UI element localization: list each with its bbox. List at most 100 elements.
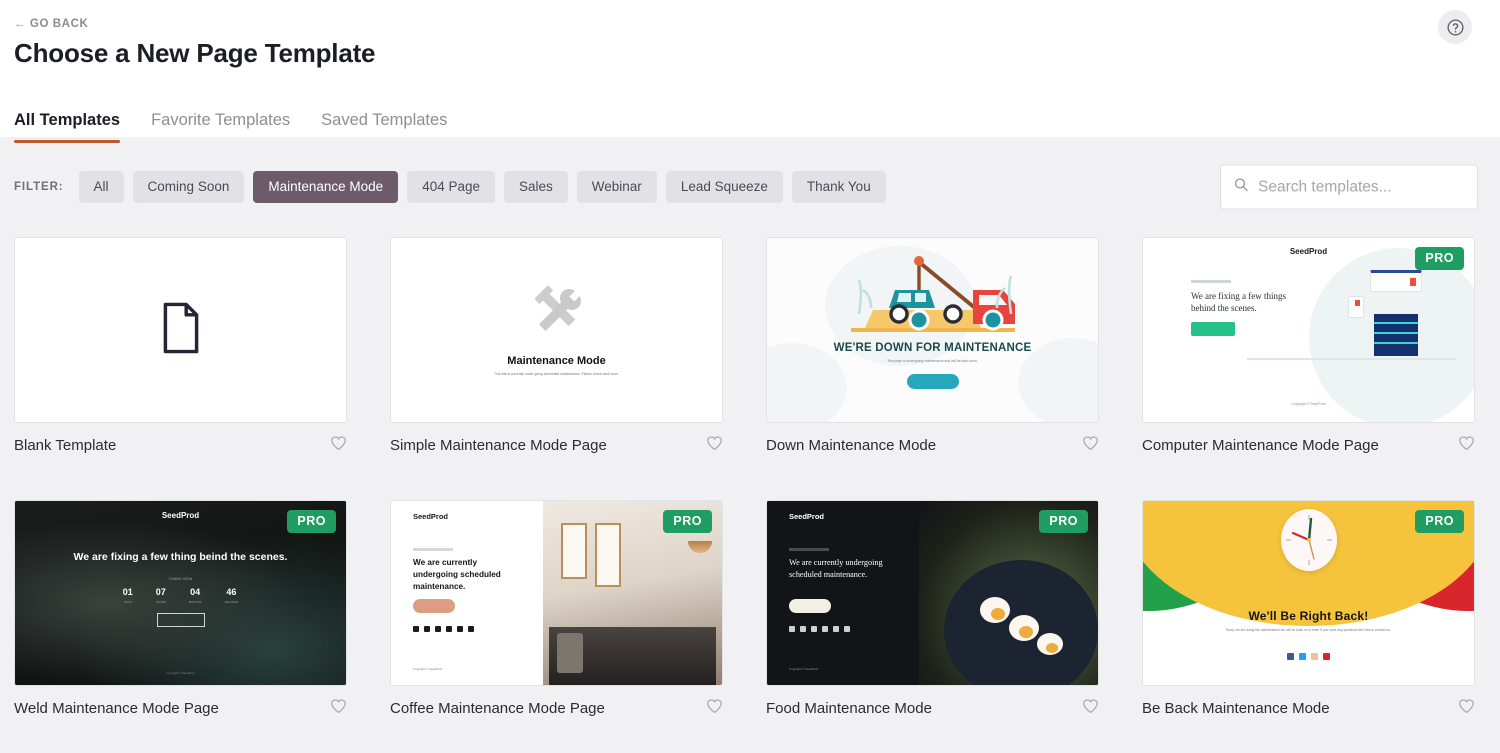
- template-preview[interactable]: [14, 237, 347, 423]
- brand-logo: SeedProd: [413, 512, 449, 521]
- search-input[interactable]: [1258, 178, 1465, 196]
- template-card[interactable]: PRO SeedProd We are currently undergoing…: [390, 500, 723, 719]
- question-circle-icon: [1446, 18, 1465, 37]
- rss-icon: [457, 626, 463, 632]
- countdown-value: 04: [190, 587, 201, 597]
- social-icons: [413, 626, 474, 632]
- preview-cta-button: [156, 613, 205, 627]
- filter-pill-thank-you[interactable]: Thank You: [791, 171, 886, 203]
- preview-subtext: This page is undergoing maintenance and …: [887, 359, 978, 363]
- yolk: [1046, 642, 1059, 653]
- template-card[interactable]: WE'RE DOWN FOR MAINTENANCE This page is …: [766, 237, 1099, 456]
- template-title: Food Maintenance Mode: [766, 700, 932, 717]
- search-icon: [1233, 177, 1258, 198]
- template-title: Be Back Maintenance Mode: [1142, 700, 1330, 717]
- preview-heading: We'll Be Right Back!: [1248, 609, 1369, 623]
- document-icon: [160, 302, 202, 359]
- countdown-timer: 01 DAYS 07 HOURS 04 MINUTES 46 SECONDS: [15, 587, 346, 604]
- countdown-unit: 46 SECONDS: [224, 587, 238, 604]
- brand-logo: SeedProd: [161, 511, 200, 520]
- template-preview[interactable]: Maintenance Mode This site is currently …: [390, 237, 723, 423]
- preview-eyebrow: [413, 548, 453, 551]
- instagram-icon: [822, 626, 828, 632]
- preview-heading: We are currently undergoing scheduled ma…: [789, 558, 883, 579]
- twitter-icon: [424, 626, 430, 632]
- template-preview[interactable]: PRO SeedProd We are currently undergoing…: [390, 500, 723, 686]
- youtube-icon: [468, 626, 474, 632]
- pro-badge: PRO: [1039, 510, 1088, 533]
- countdown-value: 46: [226, 587, 237, 597]
- rss-icon: [833, 626, 839, 632]
- filter-pill-lead-squeeze[interactable]: Lead Squeeze: [665, 171, 783, 203]
- heart-outline-icon[interactable]: [330, 435, 347, 456]
- template-preview[interactable]: PRO We'll Be Right Back! Sorry, we are d…: [1142, 500, 1475, 686]
- heart-outline-icon[interactable]: [1082, 435, 1099, 456]
- preview-footer: Copyright © SeedProd: [413, 667, 442, 671]
- pro-badge: PRO: [1415, 510, 1464, 533]
- template-preview[interactable]: PRO SeedProd We are fixing a few thing b…: [14, 500, 347, 686]
- twitter-icon: [1299, 653, 1306, 660]
- template-card[interactable]: PRO SeedProd We are fixing a few thing b…: [14, 500, 347, 719]
- pro-badge: PRO: [287, 510, 336, 533]
- template-card-footer: Down Maintenance Mode: [766, 423, 1099, 456]
- heart-outline-icon[interactable]: [1082, 698, 1099, 719]
- template-title: Weld Maintenance Mode Page: [14, 700, 219, 717]
- filter-pill-maintenance-mode[interactable]: Maintenance Mode: [253, 171, 399, 203]
- facebook-icon: [1287, 653, 1294, 660]
- countdown-label: MINUTES: [188, 600, 202, 604]
- menu-board: [595, 523, 622, 587]
- template-title: Coffee Maintenance Mode Page: [390, 700, 605, 717]
- heart-outline-icon[interactable]: [1458, 435, 1475, 456]
- preview-cta-button: [789, 599, 831, 613]
- filter-pill-coming-soon[interactable]: Coming Soon: [132, 171, 245, 203]
- heart-outline-icon[interactable]: [706, 698, 723, 719]
- preview-heading: We are currently undergoing scheduled ma…: [413, 558, 501, 591]
- template-preview[interactable]: PRO SeedProd We are fixing a few things …: [1142, 237, 1475, 423]
- filter-pill-all[interactable]: All: [78, 171, 124, 203]
- template-title: Down Maintenance Mode: [766, 437, 937, 454]
- template-preview[interactable]: WE'RE DOWN FOR MAINTENANCE This page is …: [766, 237, 1099, 423]
- template-card[interactable]: PRO SeedProd We are fixing a few things …: [1142, 237, 1475, 456]
- template-title: Blank Template: [14, 437, 117, 454]
- linkedin-icon: [811, 626, 817, 632]
- pro-badge: PRO: [663, 510, 712, 533]
- filter-pill-404-page[interactable]: 404 Page: [407, 171, 495, 203]
- go-back-link[interactable]: ← GO BACK: [14, 18, 88, 30]
- youtube-icon: [1323, 653, 1330, 660]
- countdown-unit: 04 MINUTES: [189, 587, 202, 604]
- template-card[interactable]: Blank Template: [14, 237, 347, 456]
- template-card[interactable]: PRO We'll Be Right Back! Sorry, we are d…: [1142, 500, 1475, 719]
- template-card-footer: Weld Maintenance Mode Page: [14, 686, 347, 719]
- heart-outline-icon[interactable]: [706, 435, 723, 456]
- server-rack-icon: [1374, 314, 1418, 356]
- countdown-value: 01: [122, 587, 133, 597]
- template-card-footer: Simple Maintenance Mode Page: [390, 423, 723, 456]
- filter-pill-webinar[interactable]: Webinar: [576, 171, 657, 203]
- countdown-label: HOURS: [155, 600, 166, 604]
- pro-badge: PRO: [1415, 247, 1464, 270]
- heart-outline-icon[interactable]: [1458, 698, 1475, 719]
- preview-subtext: Sorry, we are doing the maintenance but …: [1226, 628, 1391, 632]
- heart-outline-icon[interactable]: [330, 698, 347, 719]
- filter-bar: FILTER: All Coming Soon Maintenance Mode…: [0, 137, 1500, 237]
- search-box[interactable]: [1220, 164, 1478, 210]
- preview-eyebrow: [1191, 280, 1231, 283]
- preview-eyebrow: COMING SOON: [168, 577, 193, 581]
- template-card[interactable]: Maintenance Mode This site is currently …: [390, 237, 723, 456]
- page-title: Choose a New Page Template: [14, 38, 376, 68]
- countdown-label: DAYS: [124, 600, 132, 604]
- preview-heading: WE'RE DOWN FOR MAINTENANCE: [833, 342, 1032, 354]
- preview-heading: Maintenance Mode: [507, 354, 606, 367]
- page-header: ← GO BACK Choose a New Page Template All…: [0, 0, 1500, 143]
- template-card[interactable]: PRO SeedProd We are currently undergoing…: [766, 500, 1099, 719]
- instagram-icon: [446, 626, 452, 632]
- preview-eyebrow: [789, 548, 829, 551]
- countdown-unit: 07 HOURS: [156, 587, 166, 604]
- filter-pill-sales[interactable]: Sales: [504, 171, 568, 203]
- instagram-icon: [1311, 653, 1318, 660]
- preview-text-panel: SeedProd We are currently undergoing sch…: [391, 501, 543, 685]
- hammer-wrench-icon: [525, 283, 589, 348]
- side-card-accent: [1355, 300, 1360, 306]
- help-button[interactable]: [1438, 10, 1472, 44]
- template-preview[interactable]: PRO SeedProd We are currently undergoing…: [766, 500, 1099, 686]
